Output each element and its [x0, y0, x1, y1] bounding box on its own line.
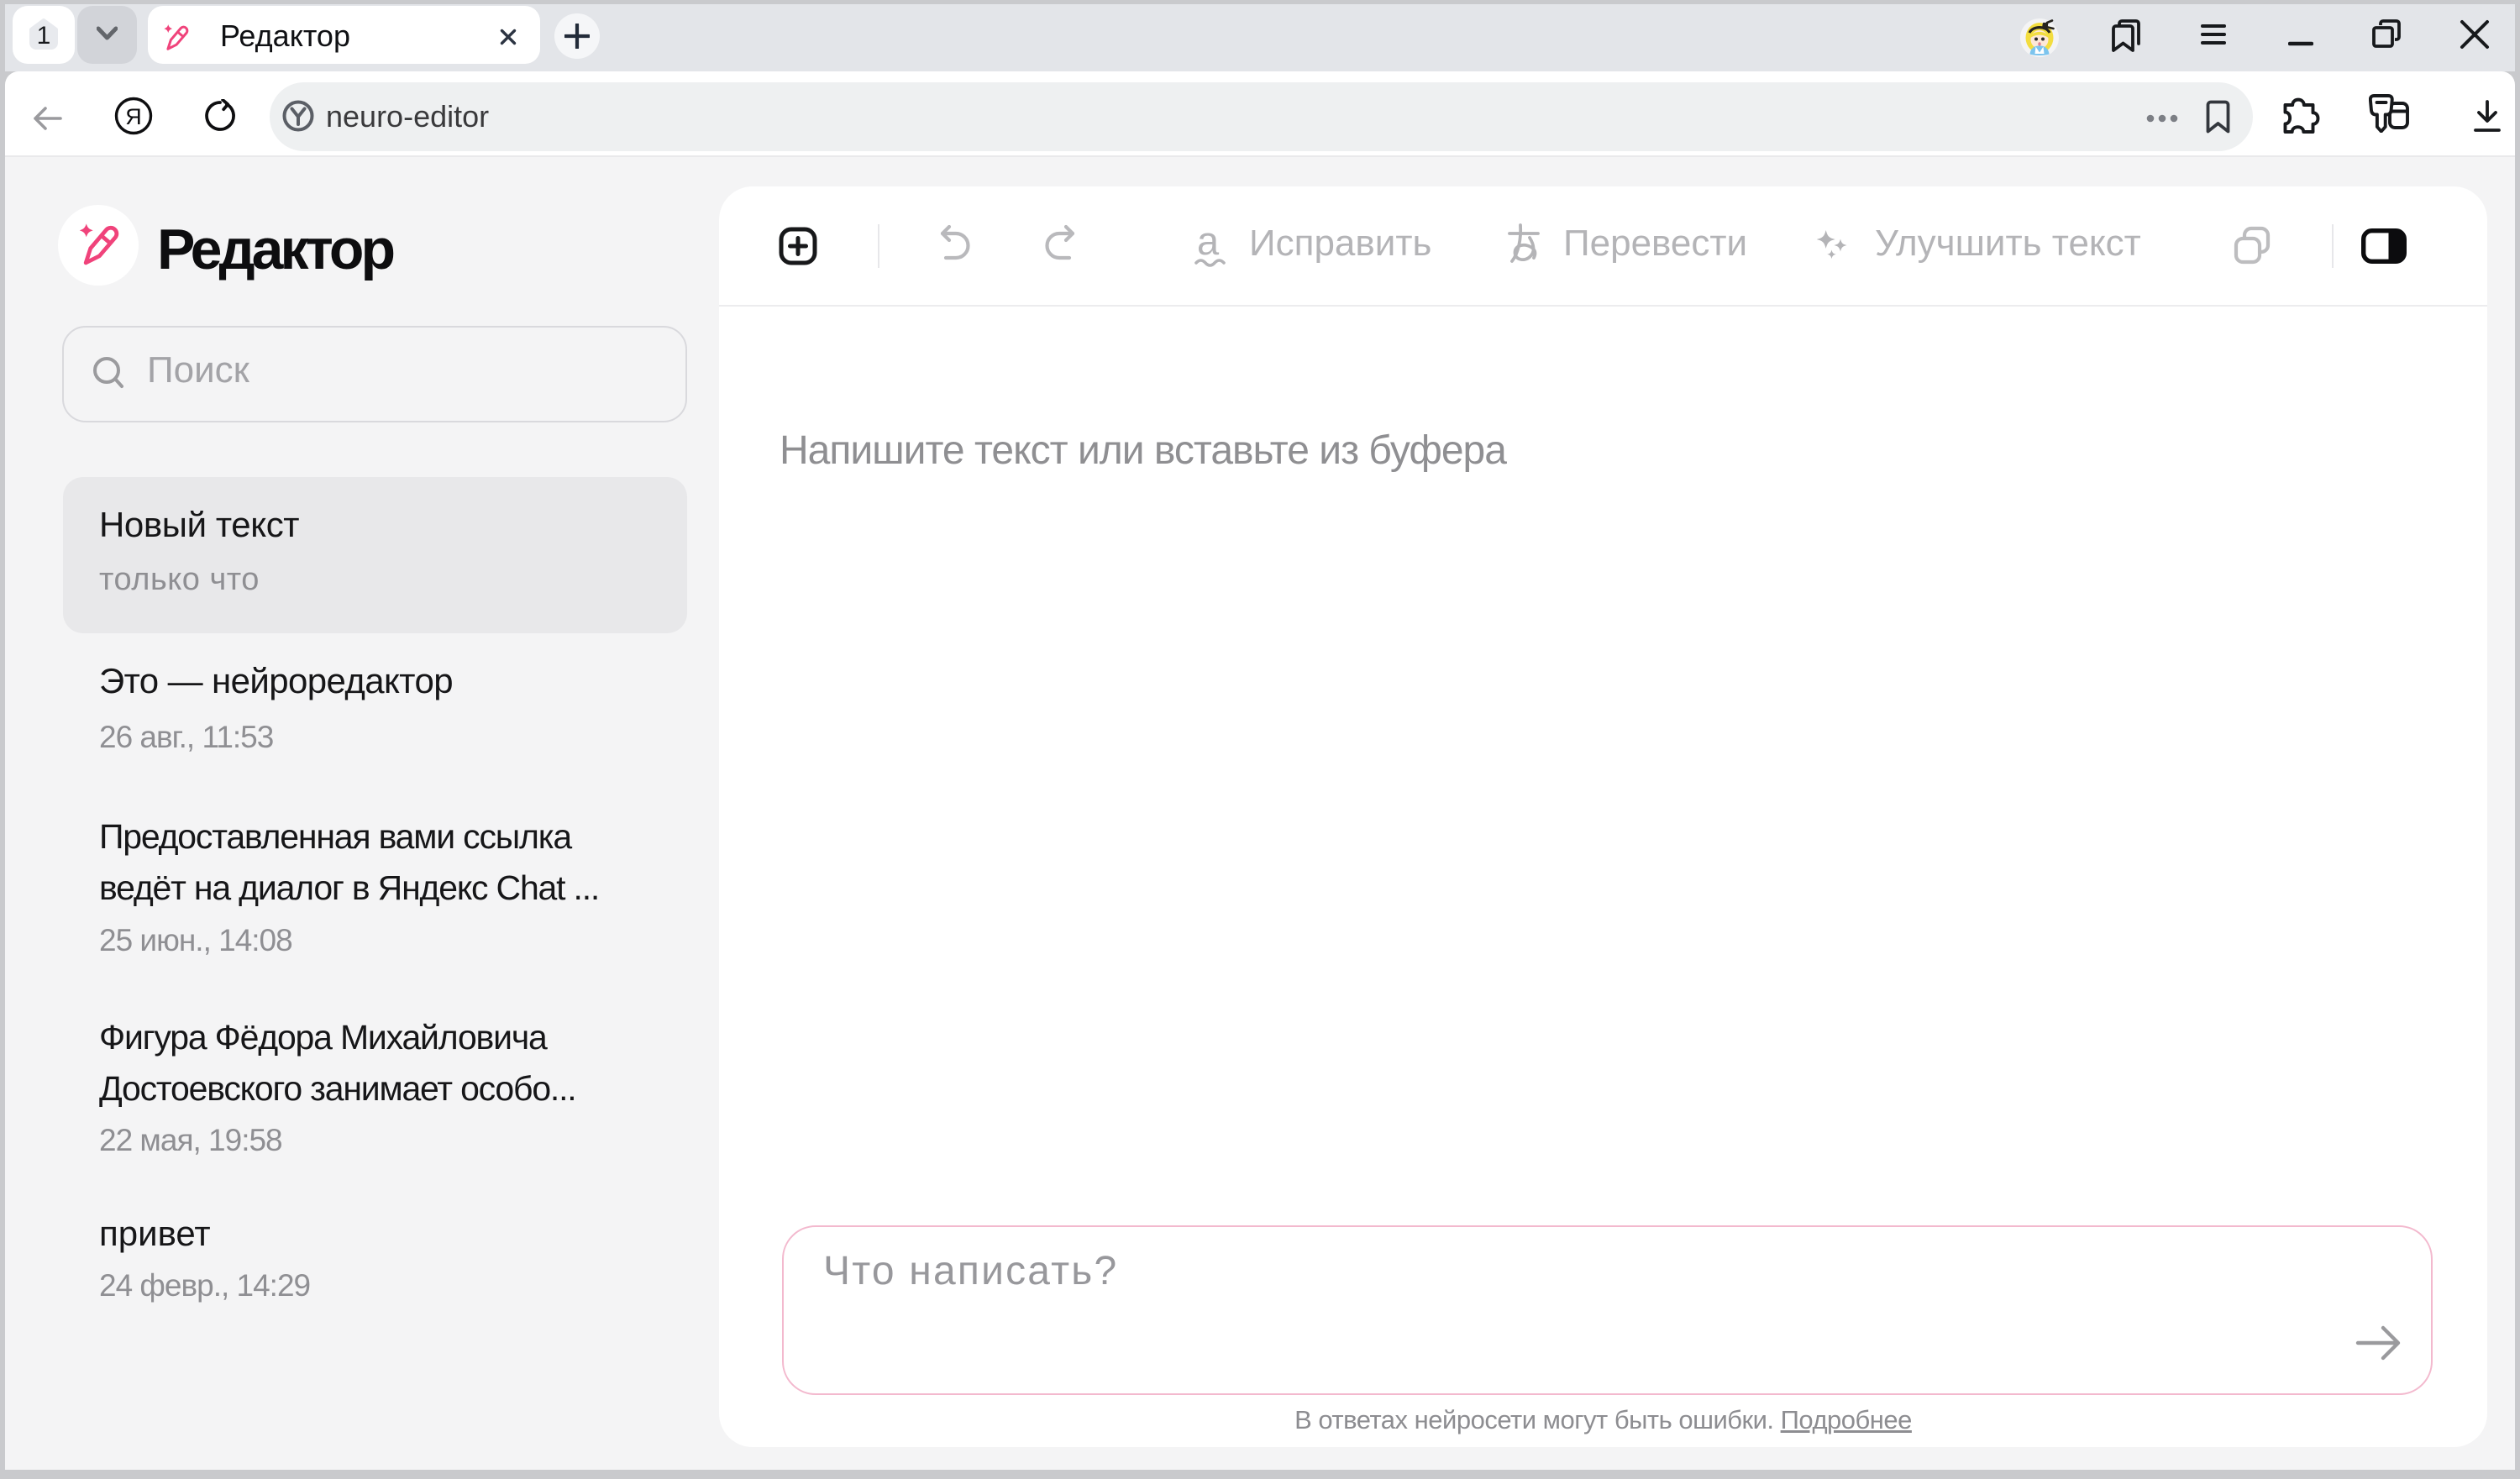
svg-text:1: 1: [37, 22, 51, 50]
svg-text:a: a: [1197, 222, 1220, 263]
svg-text:Я: Я: [125, 104, 142, 129]
